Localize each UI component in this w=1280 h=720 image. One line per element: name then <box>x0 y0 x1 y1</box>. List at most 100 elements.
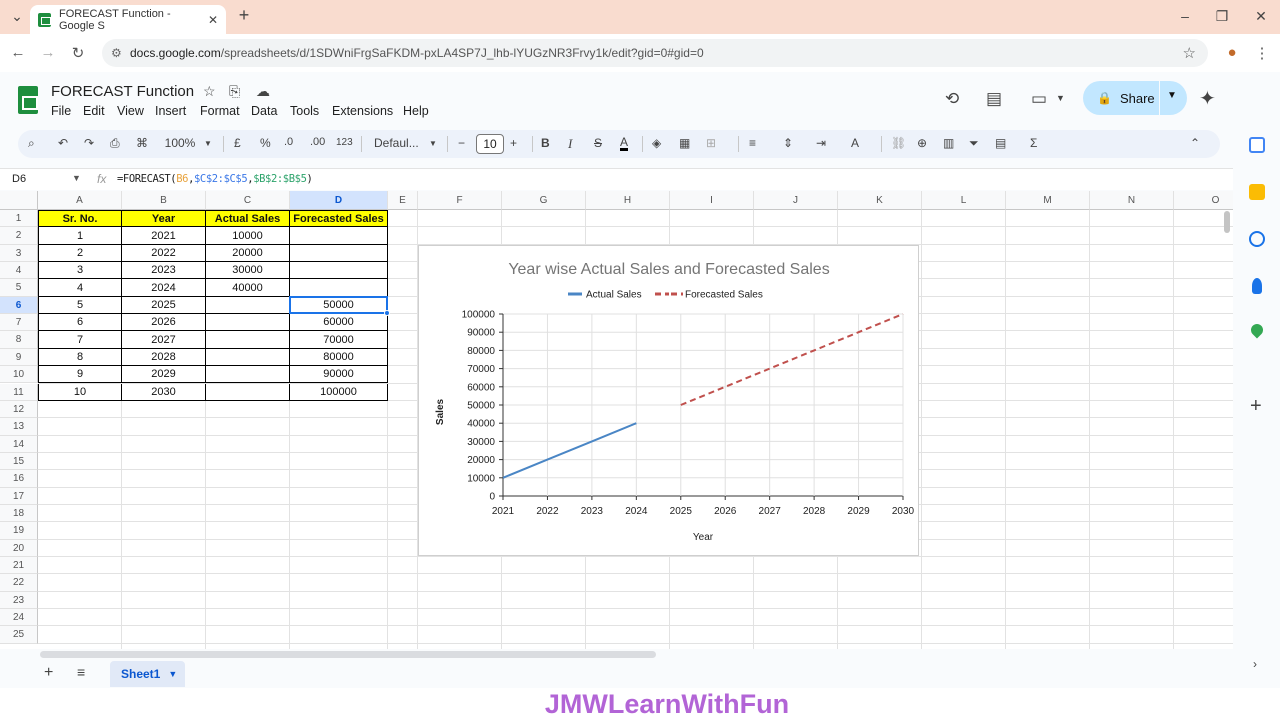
table-cell[interactable]: 2030 <box>122 383 206 401</box>
name-box[interactable]: D6 <box>12 173 26 185</box>
column-header-m[interactable]: M <box>1006 191 1090 210</box>
menu-data[interactable]: Data <box>251 104 277 118</box>
chart[interactable]: Year wise Actual Sales and Forecasted Sa… <box>418 245 919 556</box>
all-sheets-icon[interactable]: ≡ <box>77 664 85 680</box>
text-color-icon[interactable]: A <box>620 136 629 151</box>
table-cell[interactable]: 70000 <box>290 331 388 349</box>
column-header-l[interactable]: L <box>922 191 1006 210</box>
menu-format[interactable]: Format <box>200 104 240 118</box>
forward-icon[interactable]: → <box>38 44 58 61</box>
column-header-a[interactable]: A <box>38 191 122 210</box>
profile-icon[interactable]: ● <box>1222 44 1242 61</box>
search-menus-icon[interactable]: ⌕ <box>28 136 35 151</box>
row-header[interactable]: 19 <box>0 522 38 540</box>
horizontal-scrollbar[interactable] <box>40 651 656 658</box>
table-cell[interactable]: 4 <box>38 279 122 297</box>
row-header[interactable]: 18 <box>0 504 38 523</box>
table-header-cell[interactable]: Sr. No. <box>38 210 122 228</box>
table-cell[interactable]: 2022 <box>122 244 206 263</box>
column-header-b[interactable]: B <box>122 191 206 210</box>
share-button[interactable]: 🔒 Share ▼ <box>1083 81 1187 115</box>
column-header-h[interactable]: H <box>586 191 670 210</box>
sheet-tab-dropdown-icon[interactable]: ▼ <box>168 669 177 679</box>
calendar-icon[interactable] <box>1249 137 1265 153</box>
row-header[interactable]: 3 <box>0 244 38 263</box>
fill-handle[interactable] <box>384 310 390 317</box>
row-header[interactable]: 1 <box>0 210 38 228</box>
maximize-icon[interactable]: ❐ <box>1212 8 1232 25</box>
table-cell[interactable]: 60000 <box>290 314 388 332</box>
table-cell[interactable]: 2021 <box>122 227 206 245</box>
table-cell[interactable]: 2023 <box>122 262 206 280</box>
sheets-logo-icon[interactable] <box>18 86 38 114</box>
table-cell[interactable]: 30000 <box>206 262 290 280</box>
table-cell[interactable]: 2029 <box>122 366 206 384</box>
table-cell[interactable]: 2025 <box>122 296 206 315</box>
zoom-select[interactable]: 100% <box>163 136 197 150</box>
functions-icon[interactable]: Σ <box>1030 136 1037 150</box>
table-cell[interactable] <box>206 331 290 349</box>
row-header[interactable]: 2 <box>0 227 38 245</box>
table-header-cell[interactable]: Forecasted Sales <box>290 210 388 228</box>
version-history-icon[interactable]: ⟲ <box>945 89 959 109</box>
table-cell[interactable]: 2028 <box>122 348 206 367</box>
browser-menu-icon[interactable]: ⋮ <box>1252 44 1272 62</box>
decrease-font-size-icon[interactable]: − <box>458 136 465 150</box>
row-header[interactable]: 9 <box>0 348 38 367</box>
url-field[interactable]: ⚙ docs.google.com/spreadsheets/d/1SDWniF… <box>102 39 1208 67</box>
table-cell[interactable]: 2 <box>38 244 122 263</box>
filter-views-icon[interactable]: ▤ <box>995 136 1006 150</box>
collapse-menus-icon[interactable]: ⌃ <box>1190 136 1200 150</box>
font-size-input[interactable]: 10 <box>476 134 504 154</box>
table-cell[interactable]: 9 <box>38 366 122 384</box>
filter-icon[interactable]: ⏷ <box>969 136 979 151</box>
column-header-n[interactable]: N <box>1090 191 1174 210</box>
print-icon[interactable]: ⎙ <box>110 136 120 151</box>
table-cell[interactable]: 1 <box>38 227 122 245</box>
table-cell[interactable] <box>206 366 290 384</box>
back-icon[interactable]: ← <box>8 44 28 61</box>
table-cell[interactable] <box>206 348 290 367</box>
table-cell[interactable] <box>290 279 388 297</box>
table-cell[interactable]: 2027 <box>122 331 206 349</box>
menu-extensions[interactable]: Extensions <box>332 104 393 118</box>
bold-icon[interactable]: B <box>541 136 550 150</box>
paint-format-icon[interactable]: ⌘ <box>136 136 148 150</box>
font-dropdown-icon[interactable]: ▼ <box>429 139 437 148</box>
table-cell[interactable]: 10 <box>38 383 122 401</box>
column-header-j[interactable]: J <box>754 191 838 210</box>
close-tab-icon[interactable]: ✕ <box>208 13 218 27</box>
table-cell[interactable]: 8 <box>38 348 122 367</box>
reload-icon[interactable]: ↻ <box>68 44 88 62</box>
table-cell[interactable]: 7 <box>38 331 122 349</box>
table-cell[interactable] <box>206 383 290 401</box>
table-cell[interactable]: 5 <box>38 296 122 315</box>
column-header-k[interactable]: K <box>838 191 922 210</box>
more-formats-button[interactable]: 123 <box>336 137 353 148</box>
new-tab-icon[interactable]: + <box>234 5 254 26</box>
row-header[interactable]: 22 <box>0 574 38 592</box>
table-header-cell[interactable]: Year <box>122 210 206 228</box>
row-header[interactable]: 23 <box>0 591 38 610</box>
name-box-dropdown-icon[interactable]: ▼ <box>72 173 81 183</box>
column-header-c[interactable]: C <box>206 191 290 210</box>
table-cell[interactable]: 80000 <box>290 348 388 367</box>
row-header[interactable]: 25 <box>0 626 38 644</box>
minimize-icon[interactable]: – <box>1175 8 1195 24</box>
row-header[interactable]: 21 <box>0 557 38 575</box>
row-header[interactable]: 13 <box>0 418 38 436</box>
show-side-panel-icon[interactable]: › <box>1253 657 1257 671</box>
merge-cells-icon[interactable]: ⊞ <box>706 136 716 150</box>
table-cell[interactable] <box>290 244 388 263</box>
row-header[interactable]: 14 <box>0 435 38 453</box>
row-header[interactable]: 16 <box>0 470 38 488</box>
sheet-tab[interactable]: Sheet1 ▼ <box>110 661 185 687</box>
menu-insert[interactable]: Insert <box>155 104 186 118</box>
table-cell[interactable] <box>206 296 290 315</box>
formula-input[interactable]: =FORECAST(B6,$C$2:$C$5,$B$2:$B$5) <box>117 173 313 185</box>
insert-link-icon[interactable]: ⛓ <box>891 136 906 150</box>
row-header[interactable]: 7 <box>0 314 38 332</box>
zoom-dropdown-icon[interactable]: ▼ <box>204 139 212 148</box>
tasks-icon[interactable] <box>1249 231 1265 247</box>
text-rotation-icon[interactable]: A <box>851 136 859 150</box>
